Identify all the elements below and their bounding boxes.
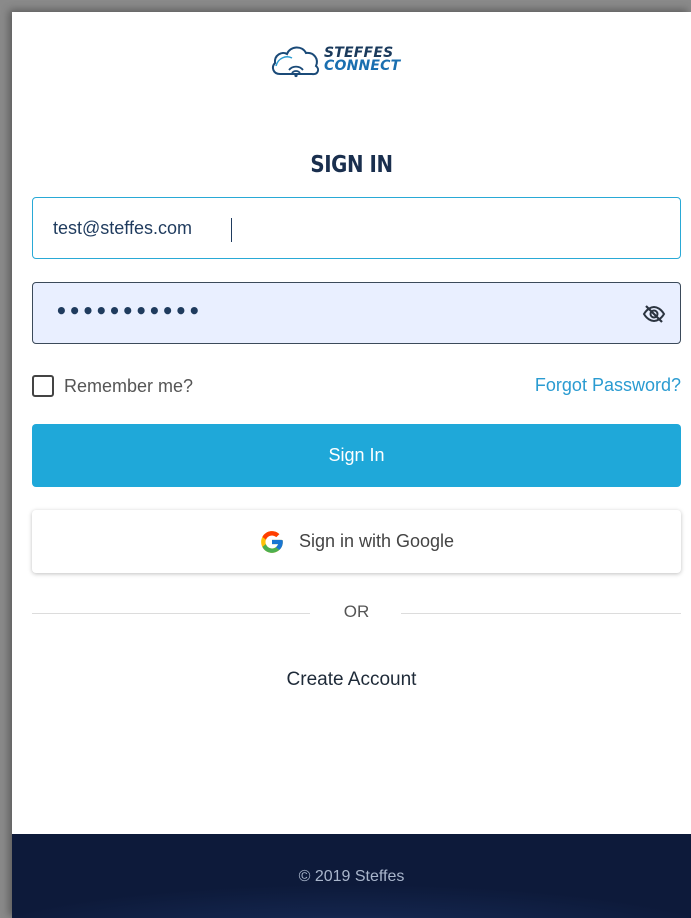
password-field[interactable]: ••••••••••• [32, 282, 681, 344]
sign-in-button[interactable]: Sign In [32, 424, 681, 487]
page-title: SIGN IN [310, 152, 393, 178]
password-masked-value[interactable]: ••••••••••• [55, 299, 201, 323]
text-caret [231, 218, 232, 242]
logo-line2: CONNECT [324, 58, 401, 74]
email-input[interactable] [33, 198, 680, 258]
signin-panel: STEFFES CONNECT SIGN IN ••••••••••• Reme… [12, 12, 691, 918]
footer: © 2019 Steffes [12, 834, 691, 918]
remember-me-label: Remember me? [64, 375, 194, 396]
remember-me-checkbox[interactable] [32, 375, 54, 397]
eye-off-icon[interactable] [642, 302, 666, 326]
forgot-password-link[interactable]: Forgot Password? [535, 375, 681, 396]
divider-line-right [401, 613, 681, 614]
email-field[interactable] [32, 197, 681, 259]
window-frame: STEFFES CONNECT SIGN IN ••••••••••• Reme… [0, 0, 691, 918]
create-account-link[interactable]: Create Account [12, 669, 691, 691]
logo-wordmark: STEFFES CONNECT [324, 46, 401, 74]
google-g-icon [261, 530, 283, 553]
google-button-label: Sign in with Google [298, 531, 455, 551]
footer-copyright: © 2019 Steffes [298, 868, 405, 885]
steffes-connect-logo: STEFFES CONNECT [270, 34, 440, 90]
google-sign-in-button[interactable]: Sign in with Google [32, 510, 681, 573]
remember-me[interactable]: Remember me? [32, 373, 193, 399]
or-divider: OR [32, 602, 681, 624]
divider-or-text: OR [343, 602, 370, 621]
cloud-wifi-icon [271, 46, 320, 78]
